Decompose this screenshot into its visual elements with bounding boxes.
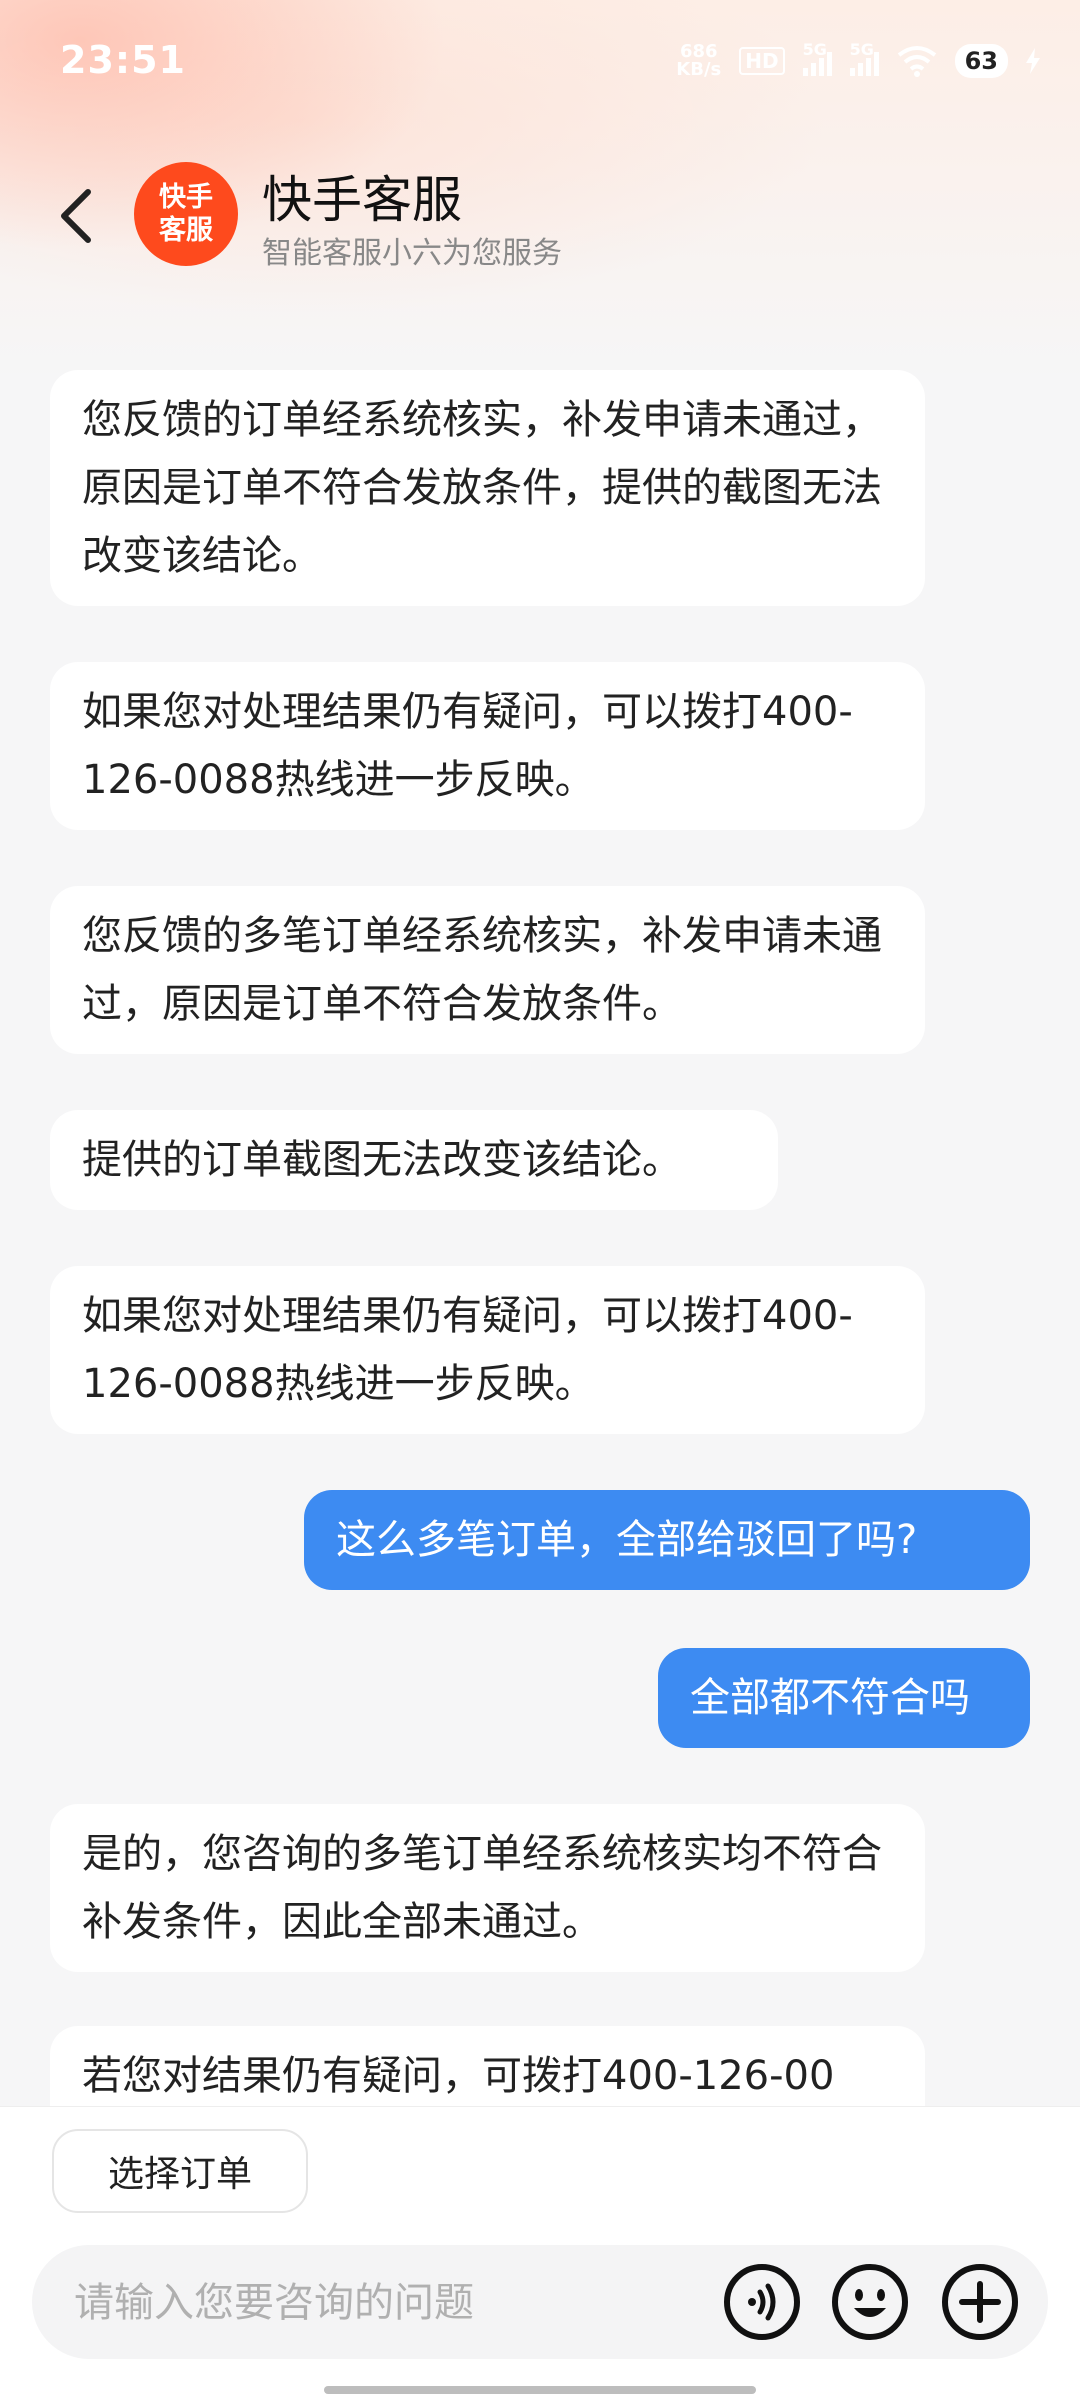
message-text: 提供的订单截图无法改变该结论。 xyxy=(82,1137,682,1183)
message-bubble-incoming: 您反馈的多笔订单经系统核实，补发申请未通过，原因是订单不符合发放条件。 xyxy=(50,886,925,1054)
input-bar xyxy=(32,2245,1048,2361)
voice-icon[interactable] xyxy=(722,2262,802,2342)
message-text: 您反馈的订单经系统核实，补发申请未通过，原因是订单不符合发放条件，提供的截图无法… xyxy=(82,397,882,579)
message-text: 您反馈的多笔订单经系统核实，补发申请未通过，原因是订单不符合发放条件。 xyxy=(82,913,882,1027)
hd-voice-badge: HD xyxy=(739,47,785,75)
back-arrow-icon[interactable] xyxy=(50,186,110,246)
battery-level: 63 xyxy=(954,44,1008,78)
message-text: 如果您对处理结果仍有疑问，可以拨打400-126-0088热线进一步反映。 xyxy=(82,689,853,803)
chat-title: 快手客服 xyxy=(262,171,462,229)
signal-1-label: 5G xyxy=(802,40,827,59)
message-bubble-incoming: 如果您对处理结果仍有疑问，可以拨打400-126-0088热线进一步反映。 xyxy=(50,1266,925,1434)
message-text: 若您对结果仍有疑问，可拨打400-126-00 xyxy=(82,2053,835,2099)
message-text: 全部都不符合吗 xyxy=(690,1675,970,1721)
message-text: 是的，您咨询的多笔订单经系统核实均不符合补发条件，因此全部未通过。 xyxy=(82,1831,882,1945)
message-text: 如果您对处理结果仍有疑问，可以拨打400-126-0088热线进一步反映。 xyxy=(82,1293,853,1407)
status-indicators: 686 KB/s HD 5G 5G 63 xyxy=(676,36,1040,86)
question-input[interactable] xyxy=(72,2245,716,2361)
avatar-label: 快手客服 xyxy=(159,182,213,246)
signal-1-icon: 5G xyxy=(802,40,832,76)
emoji-icon[interactable] xyxy=(830,2262,910,2342)
bottom-input-panel: 选择订单 xyxy=(0,2106,1080,2401)
status-time: 23:51 xyxy=(60,38,186,82)
message-bubble-incoming: 如果您对处理结果仍有疑问，可以拨打400-126-0088热线进一步反映。 xyxy=(50,662,925,830)
message-bubble-incoming: 您反馈的订单经系统核实，补发申请未通过，原因是订单不符合发放条件，提供的截图无法… xyxy=(50,370,925,606)
select-order-button[interactable]: 选择订单 xyxy=(52,2129,308,2213)
network-speed-unit: KB/s xyxy=(676,59,722,80)
chat-subtitle: 智能客服小六为您服务 xyxy=(262,236,562,271)
message-bubble-incoming: 提供的订单截图无法改变该结论。 xyxy=(50,1110,778,1210)
signal-2-label: 5G xyxy=(849,40,874,59)
message-bubble-outgoing: 全部都不符合吗 xyxy=(658,1648,1030,1748)
message-bubble-outgoing: 这么多笔订单，全部给驳回了吗? xyxy=(304,1490,1030,1590)
message-bubble-incoming: 是的，您咨询的多笔订单经系统核实均不符合补发条件，因此全部未通过。 xyxy=(50,1804,925,1972)
charging-icon xyxy=(1026,48,1040,74)
wifi-icon xyxy=(897,46,936,77)
signal-2-icon: 5G xyxy=(849,40,879,76)
home-indicator[interactable] xyxy=(324,2386,756,2394)
plus-icon[interactable] xyxy=(940,2262,1020,2342)
network-speed: 686 KB/s xyxy=(676,43,721,79)
message-text: 这么多笔订单，全部给驳回了吗? xyxy=(336,1517,918,1563)
avatar[interactable]: 快手客服 xyxy=(134,162,238,266)
status-bar: 23:51 686 KB/s HD 5G 5G 63 xyxy=(0,0,1080,120)
chat-header: 快手客服 快手客服 智能客服小六为您服务 xyxy=(0,150,1080,280)
